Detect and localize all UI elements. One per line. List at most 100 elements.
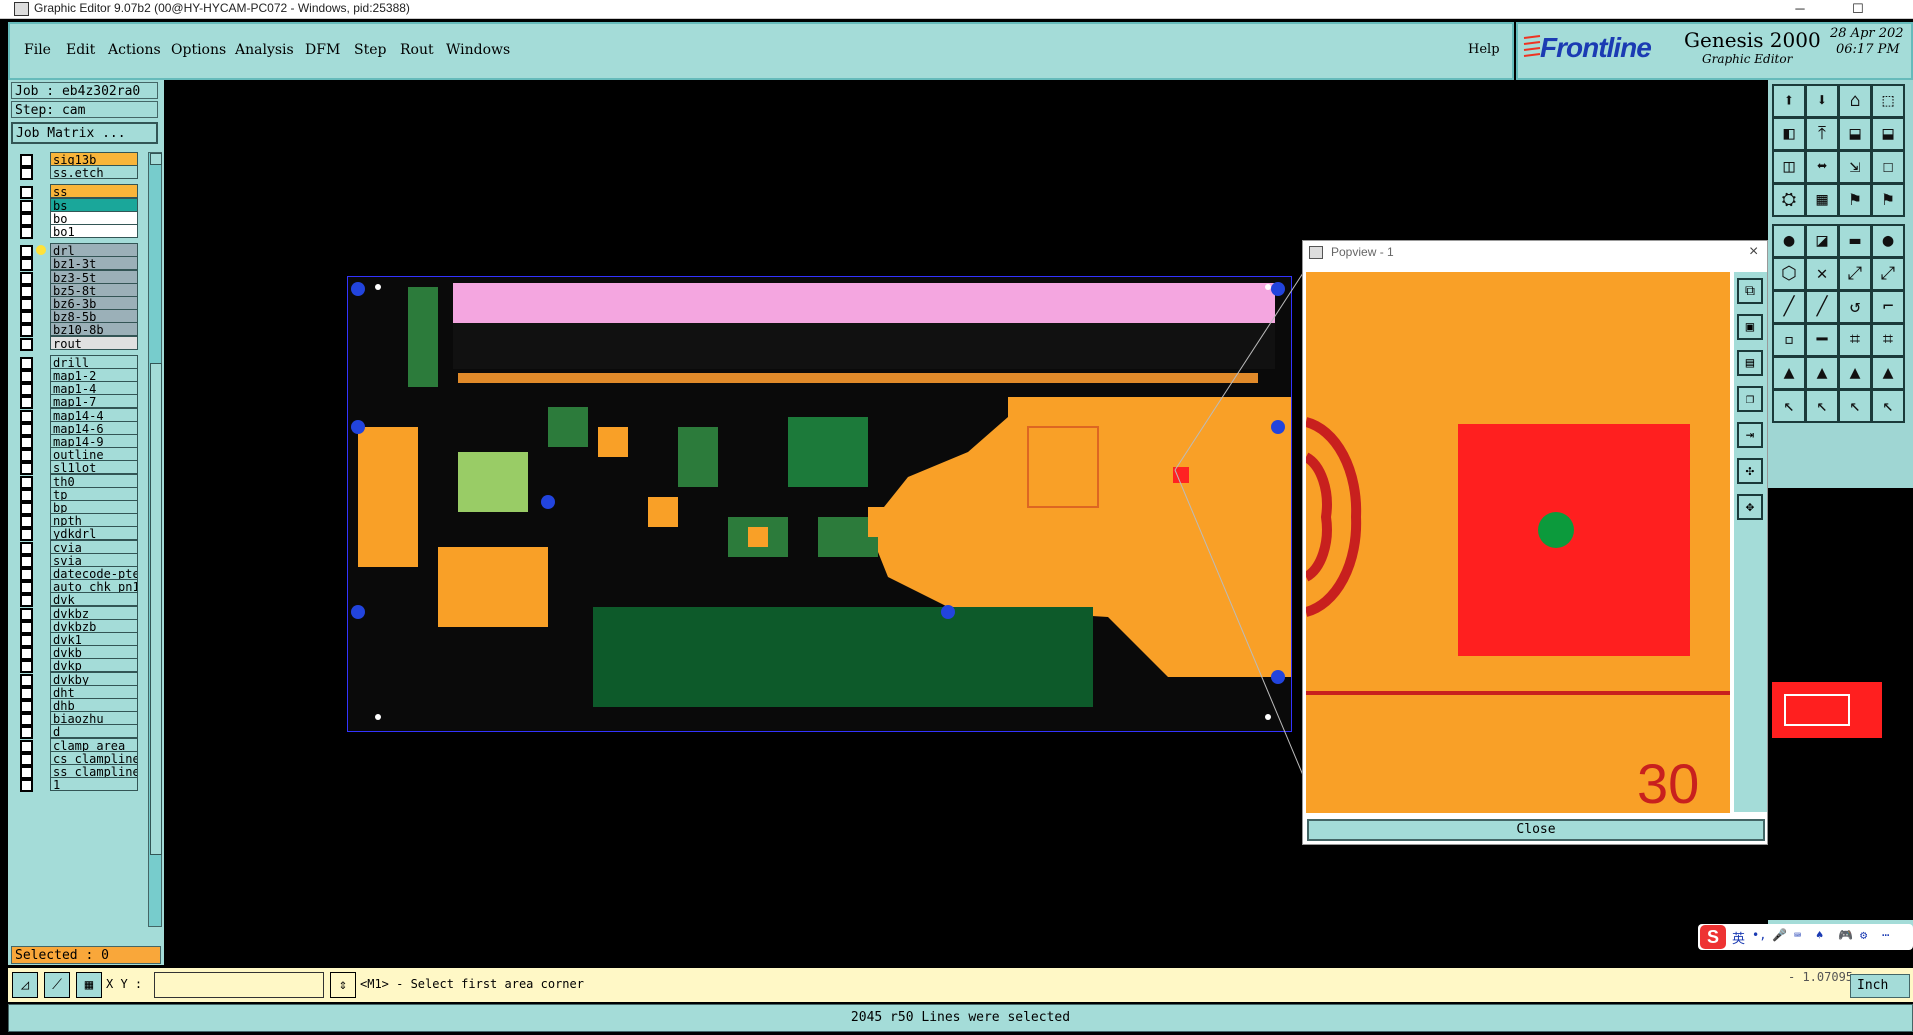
tool-up-icon[interactable]: ⬆	[1772, 84, 1806, 118]
layer-name[interactable]: map1-7	[50, 394, 138, 409]
ime-skin-icon[interactable]: ♠	[1816, 928, 1823, 942]
tool-cross-icon[interactable]: ✕	[1805, 257, 1839, 291]
popview-close-button[interactable]: Close	[1307, 819, 1765, 841]
layer-scrollbar[interactable]	[148, 152, 162, 927]
tool-hatch-b-icon[interactable]: ⌗	[1871, 323, 1905, 357]
layer-name[interactable]: bz8-5b	[50, 309, 138, 324]
menu-step[interactable]: Step	[354, 42, 386, 58]
layer-name[interactable]: outline	[50, 447, 138, 462]
tool-pointer-a-icon[interactable]: ↖	[1772, 389, 1806, 423]
layer-name[interactable]: rout	[50, 335, 138, 350]
menu-file[interactable]: File	[24, 42, 51, 58]
tool-pan-icon[interactable]: ⬌	[1805, 150, 1839, 184]
layer-name[interactable]: dhb	[50, 698, 138, 712]
layer-name[interactable]: dvkbz	[50, 605, 138, 620]
layer-name[interactable]: bz10-8b	[50, 322, 138, 337]
layer-name[interactable]: clamp_area	[50, 737, 138, 752]
tool-frame-icon[interactable]: ⬚	[1871, 84, 1905, 118]
layer-checkbox[interactable]	[20, 167, 33, 181]
layer-checkbox[interactable]	[20, 337, 33, 351]
layer-name[interactable]: auto_chk_pn1	[50, 579, 138, 594]
layer-name[interactable]: map1-2	[50, 368, 138, 382]
tool-line-icon[interactable]: ╱	[1772, 290, 1806, 324]
pop-fit-icon[interactable]: ✣	[1737, 458, 1763, 484]
layer-name[interactable]: 1	[50, 777, 138, 792]
tool-corner-icon[interactable]: ⇲	[1838, 150, 1872, 184]
layer-name[interactable]: dvk	[50, 592, 138, 607]
tool-top-icon[interactable]: ⤒	[1805, 117, 1839, 151]
layer-name[interactable]: cvia	[50, 539, 138, 554]
layer-name[interactable]: dvkby	[50, 671, 138, 686]
tool-dash-icon[interactable]: ━	[1805, 323, 1839, 357]
pop-export-icon[interactable]: ⇥	[1737, 422, 1763, 448]
layer-name[interactable]: map14-9	[50, 434, 138, 448]
layer-name[interactable]: sl1lot	[50, 460, 138, 475]
menu-rout[interactable]: Rout	[400, 42, 434, 58]
layer-name[interactable]: dvkb	[50, 645, 138, 660]
pop-print-icon[interactable]: ▣	[1737, 314, 1763, 340]
minimize-button[interactable]: ─	[1780, 0, 1820, 18]
pop-pan-icon[interactable]: ✥	[1737, 494, 1763, 520]
layer-name[interactable]: dht	[50, 684, 138, 699]
xy-input[interactable]	[154, 972, 324, 998]
layer-name[interactable]: bp	[50, 500, 138, 514]
ime-game-icon[interactable]: 🎮	[1838, 928, 1853, 942]
scroll-thumb[interactable]	[150, 363, 162, 855]
layer-name[interactable]: tp	[50, 486, 138, 501]
menu-help[interactable]: Help	[1468, 42, 1500, 57]
layer-row[interactable]: bo1	[12, 224, 142, 239]
tool-down-icon[interactable]: ⬇	[1805, 84, 1839, 118]
layer-name[interactable]: bz6-3b	[50, 296, 138, 310]
pcb-board[interactable]	[347, 276, 1292, 732]
tool-view-icon[interactable]: ◫	[1772, 150, 1806, 184]
ime-mic-icon[interactable]: 🎤	[1772, 928, 1787, 942]
tool-home-icon[interactable]: ⌂	[1838, 84, 1872, 118]
tool-grid-icon[interactable]: ▦	[1805, 183, 1839, 217]
tool-flag-b-icon[interactable]: ⚑	[1871, 183, 1905, 217]
tool-rotate-icon[interactable]: ↺	[1838, 290, 1872, 324]
tool-layer-a-icon[interactable]: ⬓	[1838, 117, 1872, 151]
layer-name[interactable]: map14-4	[50, 407, 138, 422]
layer-name[interactable]: svia	[50, 552, 138, 567]
layer-name[interactable]: bo1	[50, 224, 138, 238]
ime-punct-icon[interactable]: •,	[1752, 928, 1766, 942]
layer-name[interactable]: sig13b	[50, 152, 138, 166]
popview-close-icon[interactable]: ×	[1749, 241, 1758, 263]
tool-corner-b-icon[interactable]: ⌐	[1871, 290, 1905, 324]
tool-circle-icon[interactable]: ●	[1871, 224, 1905, 258]
layer-name[interactable]: map14-6	[50, 420, 138, 435]
layer-name[interactable]: ss.etch	[50, 165, 138, 180]
layer-name[interactable]: dvkp	[50, 658, 138, 673]
pop-zoom-icon[interactable]: ⧉	[1737, 278, 1763, 304]
ime-language[interactable]: 英	[1732, 928, 1745, 947]
menu-dfm[interactable]: DFM	[305, 42, 340, 58]
layer-checkbox[interactable]	[20, 226, 33, 239]
tool-move-b-icon[interactable]: ⤢	[1871, 257, 1905, 291]
layer-name[interactable]: ydkdrl	[50, 526, 138, 541]
layer-row[interactable]: ss.etch	[12, 165, 142, 181]
layer-name[interactable]: bz1-3t	[50, 256, 138, 271]
popview-canvas[interactable]: 30	[1306, 272, 1730, 813]
tool-gear-icon[interactable]: ⛭	[1772, 183, 1806, 217]
tool-pointer-b-icon[interactable]: ↖	[1805, 389, 1839, 423]
menu-windows[interactable]: Windows	[446, 42, 510, 58]
maximize-button[interactable]: ☐	[1838, 0, 1878, 18]
tool-bar-icon[interactable]: ▬	[1838, 224, 1872, 258]
menu-options[interactable]: Options	[171, 42, 226, 58]
tool-dot-icon[interactable]: ●	[1772, 224, 1806, 258]
tool-rect-icon[interactable]: ▫	[1772, 323, 1806, 357]
tool-layer-b-icon[interactable]: ⬓	[1871, 117, 1905, 151]
layer-name[interactable]: map1-4	[50, 381, 138, 396]
ime-more-icon[interactable]: ⋯	[1882, 928, 1889, 942]
layer-name[interactable]: ss_clampline	[50, 764, 138, 778]
xy-enter-icon[interactable]: ⇕	[330, 972, 356, 998]
job-matrix-button[interactable]: Job Matrix ...	[11, 122, 158, 144]
layer-name[interactable]: ss	[50, 184, 138, 199]
tool-halfbox-icon[interactable]: ◪	[1805, 224, 1839, 258]
layer-row[interactable]: 1	[12, 777, 142, 793]
units-selector[interactable]: Inch	[1850, 974, 1910, 998]
ime-keyboard-icon[interactable]: ⌨	[1794, 928, 1801, 942]
layer-name[interactable]: drl	[50, 243, 138, 258]
layer-name[interactable]: biaozhu	[50, 711, 138, 726]
measure-icon[interactable]: ⟋	[44, 972, 70, 998]
